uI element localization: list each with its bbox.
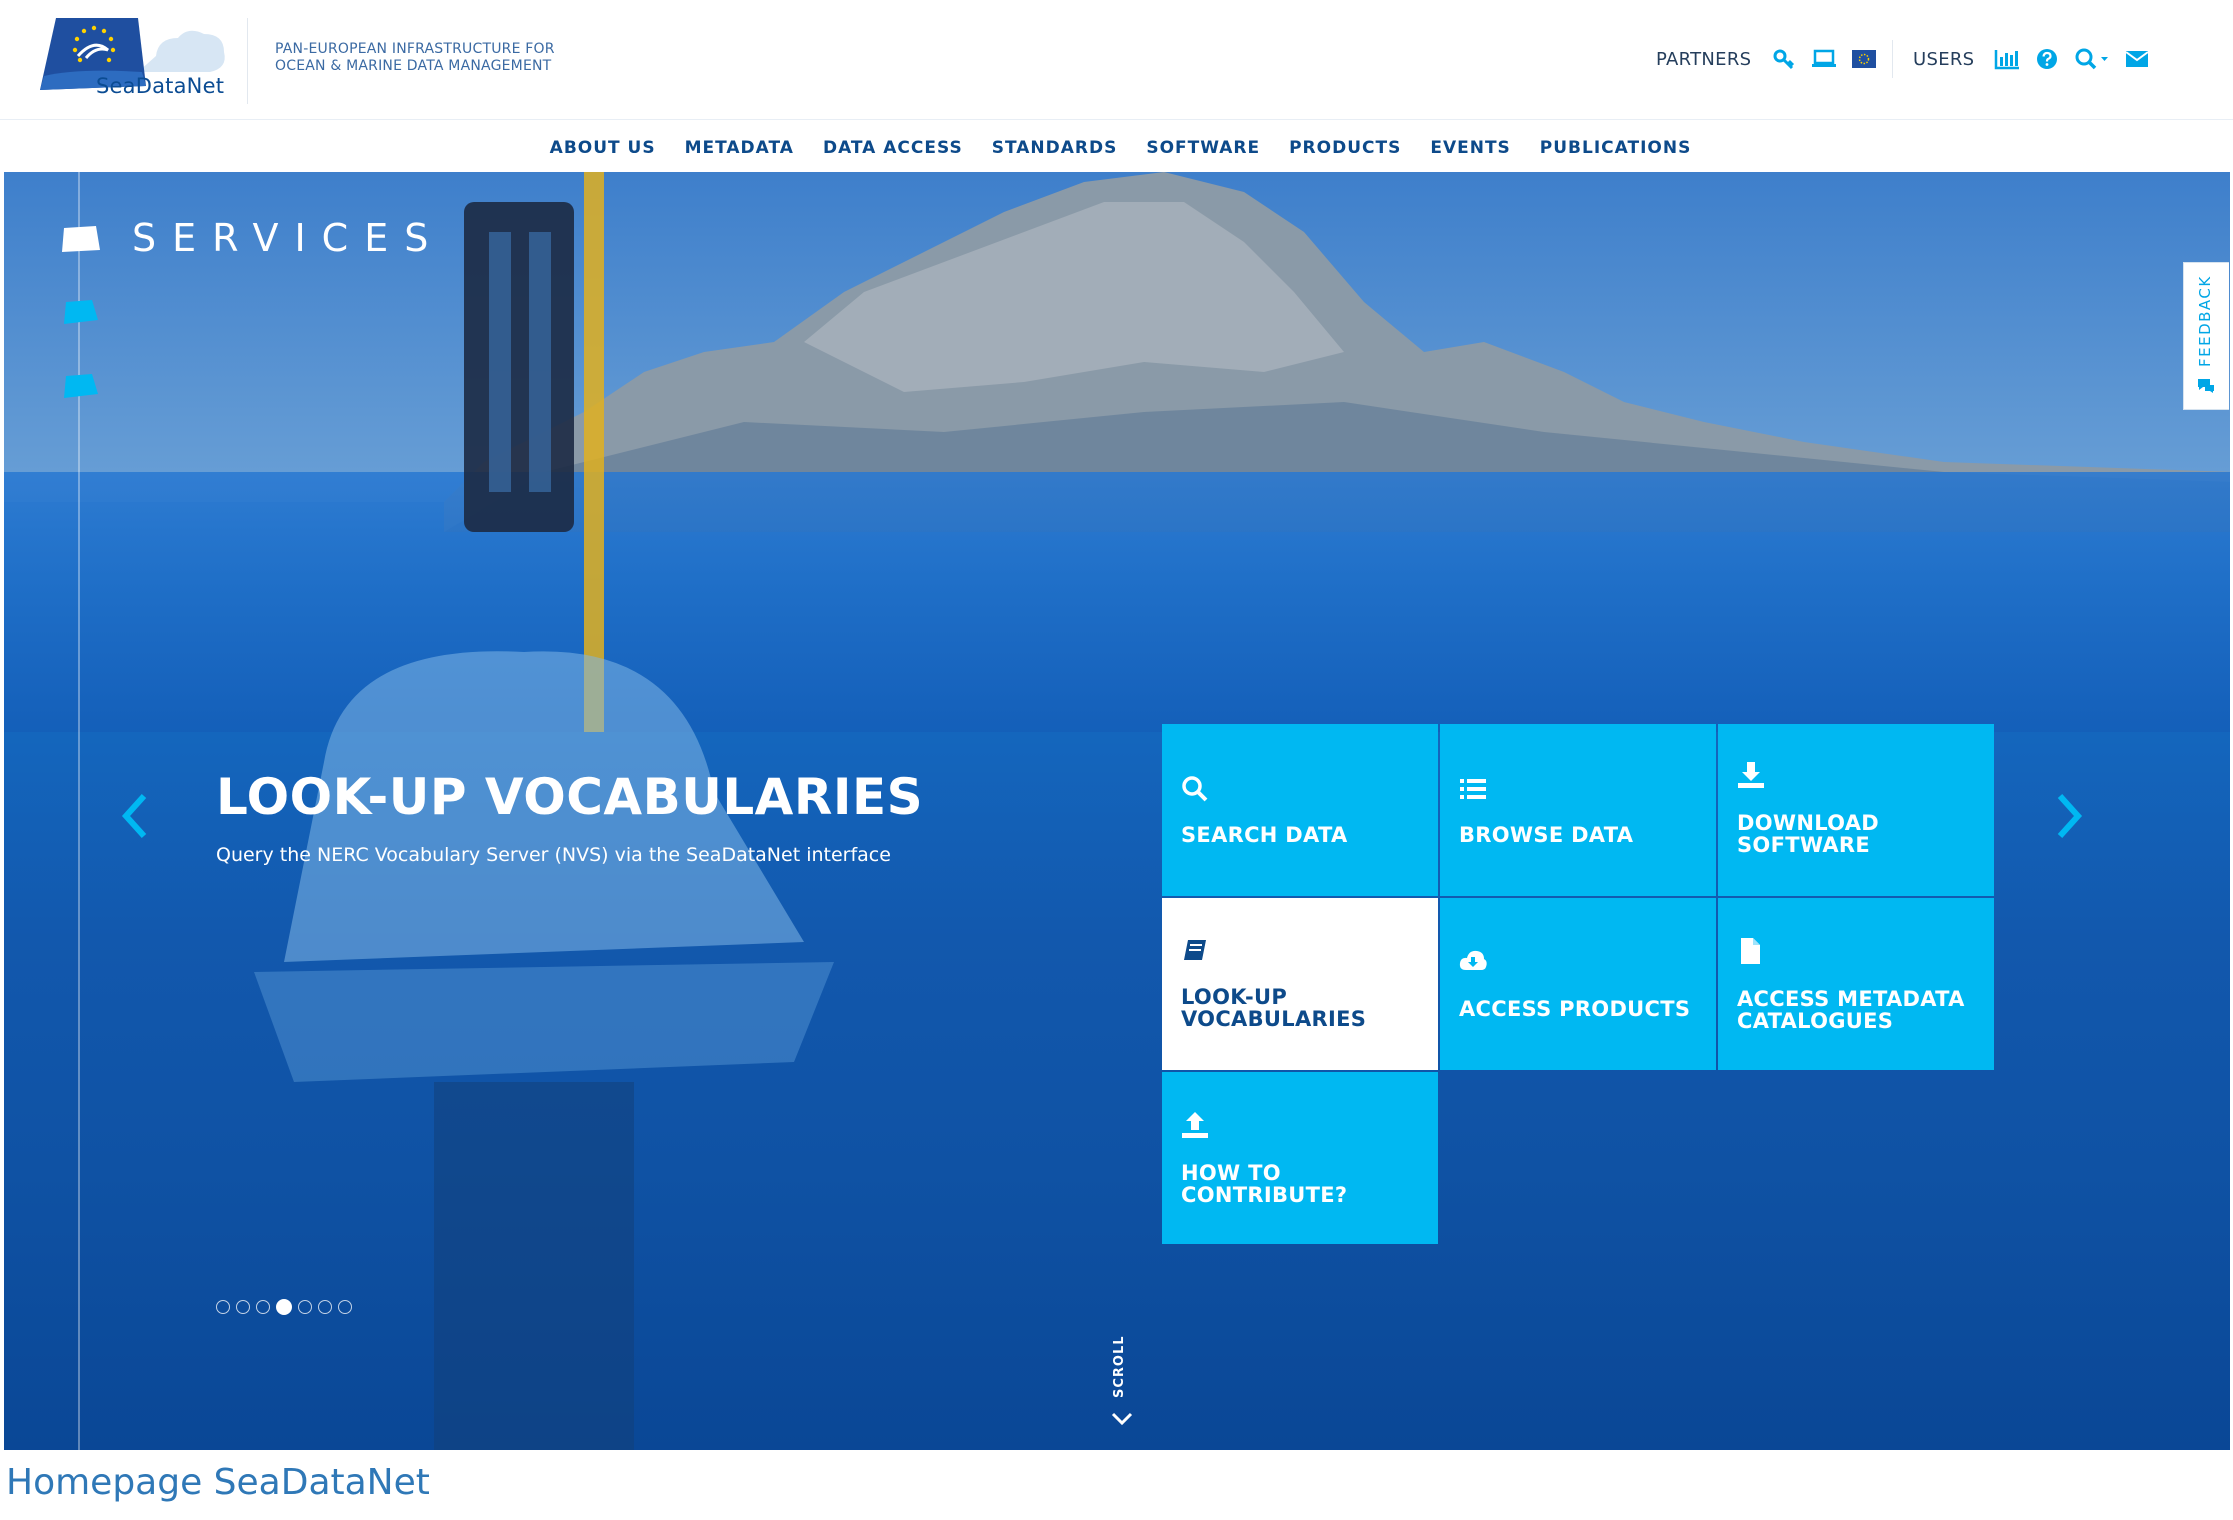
section-label: SERVICES	[132, 216, 445, 260]
toolbar-divider	[1892, 40, 1893, 78]
carousel-dot[interactable]	[338, 1300, 352, 1314]
carousel-dot[interactable]	[236, 1300, 250, 1314]
carousel-dot[interactable]	[256, 1300, 270, 1314]
underwater-instrument-image	[254, 651, 834, 1450]
nav-item-metadata[interactable]: METADATA	[685, 138, 794, 158]
search-dropdown-icon[interactable]	[2072, 44, 2112, 74]
main-nav: ABOUT US METADATA DATA ACCESS STANDARDS …	[0, 124, 2233, 172]
carousel-dot[interactable]	[276, 1299, 292, 1315]
upload-icon	[1182, 1112, 1208, 1138]
nav-item-data-access[interactable]: DATA ACCESS	[823, 138, 963, 158]
section-rail	[78, 172, 80, 1450]
site-header: SeaDataNet PAN-EUROPEAN INFRASTRUCTURE F…	[0, 0, 2233, 120]
bar-chart-icon[interactable]	[1992, 44, 2022, 74]
help-icon[interactable]	[2032, 44, 2062, 74]
tile-download-software[interactable]: DOWNLOAD SOFTWARE	[1718, 724, 1994, 896]
tile-access-products[interactable]: ACCESS PRODUCTS	[1440, 898, 1716, 1070]
envelope-icon[interactable]	[2122, 44, 2152, 74]
tile-look-up-vocabularies[interactable]: LOOK-UP VOCABULARIES	[1162, 898, 1438, 1070]
nav-item-software[interactable]: SOFTWARE	[1146, 138, 1260, 158]
tile-label: BROWSE DATA	[1459, 823, 1634, 847]
partners-toolbar: PARTNERS	[1656, 44, 1889, 74]
nav-item-events[interactable]: EVENTS	[1430, 138, 1510, 158]
file-icon	[1741, 938, 1760, 964]
list-icon	[1460, 779, 1486, 799]
feedback-label: FEEDBACK	[2196, 275, 2214, 367]
seadatanet-logo[interactable]: SeaDataNet	[38, 16, 228, 104]
carousel-dot[interactable]	[318, 1300, 332, 1314]
nav-item-publications[interactable]: PUBLICATIONS	[1540, 138, 1692, 158]
tile-label: LOOK-UP VOCABULARIES	[1181, 985, 1367, 1031]
users-label: USERS	[1913, 48, 1975, 70]
logo-text: SeaDataNet	[96, 74, 225, 98]
tile-browse-data[interactable]: BROWSE DATA	[1440, 724, 1716, 896]
logo-divider	[247, 18, 248, 104]
hero-carousel: SERVICES LOOK-UP VOCABULARIES Query the …	[4, 172, 2230, 1450]
nav-item-products[interactable]: PRODUCTS	[1289, 138, 1401, 158]
tagline-line-1: PAN-EUROPEAN INFRASTRUCTURE FOR	[275, 41, 555, 57]
tile-how-to-contribute[interactable]: HOW TO CONTRIBUTE?	[1162, 1072, 1438, 1244]
key-icon[interactable]	[1769, 44, 1799, 74]
carousel-next-arrow-icon[interactable]	[2048, 786, 2088, 846]
carousel-prev-arrow-icon[interactable]	[116, 786, 156, 846]
cloud-download-icon	[1459, 950, 1487, 970]
tile-label: SEARCH DATA	[1181, 823, 1348, 847]
feedback-tab[interactable]: FEEDBACK	[2183, 262, 2229, 410]
active-section-flag-icon[interactable]	[60, 224, 104, 254]
eu-flag-icon[interactable]	[1849, 44, 1879, 74]
tagline: PAN-EUROPEAN INFRASTRUCTURE FOR OCEAN & …	[275, 41, 555, 75]
book-icon	[1184, 940, 1206, 960]
tile-access-metadata-catalogues[interactable]: ACCESS METADATA CATALOGUES	[1718, 898, 1994, 1070]
laptop-icon[interactable]	[1809, 44, 1839, 74]
section-flag-icon[interactable]	[60, 372, 104, 402]
search-icon	[1182, 776, 1208, 802]
section-flag-icon[interactable]	[60, 298, 104, 328]
slide-title: LOOK-UP VOCABULARIES	[216, 768, 924, 826]
carousel-dot[interactable]	[298, 1300, 312, 1314]
tagline-line-2: OCEAN & MARINE DATA MANAGEMENT	[275, 58, 552, 74]
nav-item-about-us[interactable]: ABOUT US	[550, 138, 656, 158]
partners-label: PARTNERS	[1656, 48, 1752, 70]
tile-label: DOWNLOAD SOFTWARE	[1737, 811, 1880, 857]
tile-search-data[interactable]: SEARCH DATA	[1162, 724, 1438, 896]
carousel-dots	[216, 1299, 352, 1315]
carousel-dot[interactable]	[216, 1300, 230, 1314]
slide-subtitle: Query the NERC Vocabulary Server (NVS) v…	[216, 844, 891, 866]
chat-bubble-icon	[2198, 379, 2214, 393]
download-icon	[1738, 762, 1764, 788]
users-toolbar: USERS	[1913, 44, 2162, 74]
tile-label: ACCESS PRODUCTS	[1459, 997, 1691, 1021]
tile-label: HOW TO CONTRIBUTE?	[1181, 1161, 1348, 1207]
chevron-down-icon	[1111, 1412, 1133, 1426]
page-caption: Homepage SeaDataNet	[6, 1462, 430, 1503]
nav-item-standards[interactable]: STANDARDS	[992, 138, 1118, 158]
tile-label: ACCESS METADATA CATALOGUES	[1737, 987, 1965, 1033]
scroll-indicator[interactable]: SCROLL	[1106, 1335, 1138, 1438]
scroll-label: SCROLL	[1112, 1335, 1127, 1398]
